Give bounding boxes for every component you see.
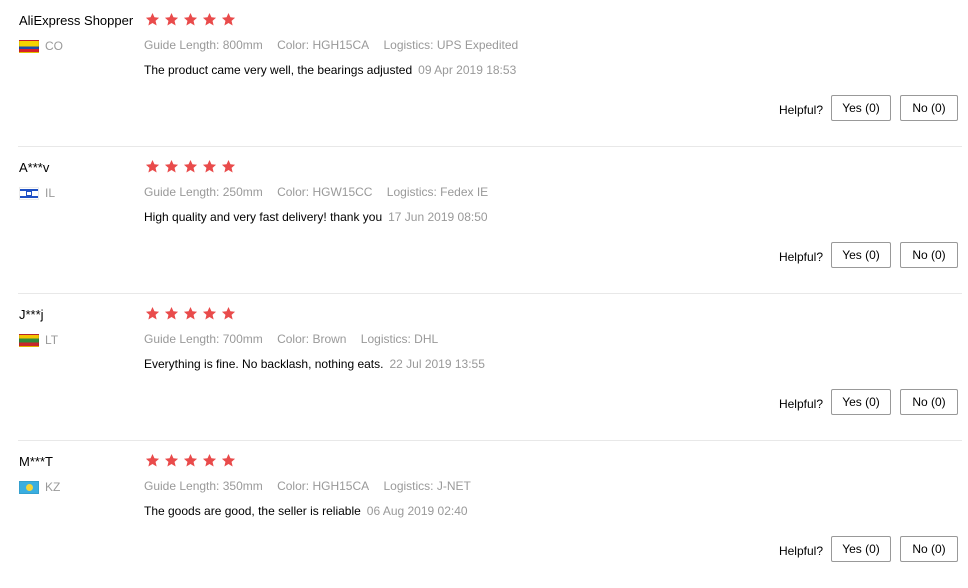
reviewer-country: CO <box>19 38 63 54</box>
helpful-label: Helpful? <box>778 249 823 264</box>
helpful-label: Helpful? <box>778 102 823 117</box>
helpful-no-button[interactable]: No (0) <box>900 389 958 415</box>
review-comment: The product came very well, the bearings… <box>144 63 516 77</box>
star-icon <box>145 306 160 321</box>
rating-stars <box>145 159 240 174</box>
color-spec: Color: HGH15CA <box>277 479 370 493</box>
purchase-specs: Guide Length: 350mm Color: HGH15CA Logis… <box>144 479 482 493</box>
rating-stars <box>145 453 240 468</box>
review-comment: High quality and very fast delivery! tha… <box>144 210 488 224</box>
star-icon <box>164 306 179 321</box>
review-date: 09 Apr 2019 18:53 <box>418 63 517 77</box>
review-date: 17 Jun 2019 08:50 <box>388 210 488 224</box>
review-comment: The goods are good, the seller is reliab… <box>144 504 468 518</box>
logistics-spec: Logistics: DHL <box>360 332 439 346</box>
star-icon <box>183 453 198 468</box>
colombia-flag-icon <box>19 39 39 53</box>
star-icon <box>221 12 236 27</box>
helpful-no-button[interactable]: No (0) <box>900 95 958 121</box>
kazakhstan-flag-icon <box>19 480 39 494</box>
guide-length: Guide Length: 350mm <box>144 479 263 493</box>
helpful-controls: Helpful? Yes (0) No (0) <box>779 95 958 121</box>
country-code: CO <box>45 39 63 53</box>
star-icon <box>145 12 160 27</box>
review-text: High quality and very fast delivery! tha… <box>144 210 383 224</box>
star-icon <box>202 12 217 27</box>
helpful-controls: Helpful? Yes (0) No (0) <box>779 536 958 562</box>
purchase-specs: Guide Length: 250mm Color: HGW15CC Logis… <box>144 185 499 199</box>
guide-length: Guide Length: 700mm <box>144 332 263 346</box>
reviewer-name: M***T <box>19 454 53 469</box>
star-icon <box>164 453 179 468</box>
reviewer-name: AliExpress Shopper <box>19 13 134 28</box>
helpful-yes-button[interactable]: Yes (0) <box>831 242 891 268</box>
helpful-no-button[interactable]: No (0) <box>900 536 958 562</box>
reviewer-country: KZ <box>19 479 60 495</box>
logistics-spec: Logistics: Fedex IE <box>386 185 489 199</box>
star-icon <box>202 453 217 468</box>
star-icon <box>221 159 236 174</box>
review-text: Everything is fine. No backlash, nothing… <box>144 357 384 371</box>
reviewer-name: J***j <box>19 307 44 322</box>
color-spec: Color: HGH15CA <box>277 38 370 52</box>
review-item: A***v IL Guide Length: 250mm Color: HGW1… <box>0 147 968 294</box>
purchase-specs: Guide Length: 700mm Color: Brown Logisti… <box>144 332 449 346</box>
star-icon <box>164 12 179 27</box>
color-spec: Color: HGW15CC <box>277 185 373 199</box>
star-icon <box>183 306 198 321</box>
helpful-label: Helpful? <box>778 543 823 558</box>
logistics-spec: Logistics: J-NET <box>383 479 471 493</box>
israel-flag-icon <box>19 186 39 200</box>
guide-length: Guide Length: 250mm <box>144 185 263 199</box>
review-date: 06 Aug 2019 02:40 <box>366 504 468 518</box>
logistics-spec: Logistics: UPS Expedited <box>383 38 519 52</box>
review-item: AliExpress Shopper CO Guide Length: 800m… <box>0 0 968 147</box>
star-icon <box>202 306 217 321</box>
review-item: J***j LT Guide Length: 700mm Color: Brow… <box>0 294 968 441</box>
star-icon <box>145 453 160 468</box>
star-icon <box>164 159 179 174</box>
country-code: IL <box>45 186 56 200</box>
star-icon <box>183 159 198 174</box>
review-text: The product came very well, the bearings… <box>144 63 413 77</box>
reviewer-country: IL <box>19 185 55 201</box>
helpful-yes-button[interactable]: Yes (0) <box>831 536 891 562</box>
color-spec: Color: Brown <box>277 332 347 346</box>
review-text: The goods are good, the seller is reliab… <box>144 504 361 518</box>
helpful-label: Helpful? <box>778 396 823 411</box>
star-icon <box>221 453 236 468</box>
helpful-yes-button[interactable]: Yes (0) <box>831 95 891 121</box>
helpful-controls: Helpful? Yes (0) No (0) <box>779 389 958 415</box>
reviewer-country: LT <box>19 332 58 348</box>
helpful-no-button[interactable]: No (0) <box>900 242 958 268</box>
guide-length: Guide Length: 800mm <box>144 38 263 52</box>
country-code: LT <box>45 333 59 347</box>
star-icon <box>145 159 160 174</box>
star-icon <box>221 306 236 321</box>
star-icon <box>183 12 198 27</box>
review-date: 22 Jul 2019 13:55 <box>389 357 485 371</box>
purchase-specs: Guide Length: 800mm Color: HGH15CA Logis… <box>144 38 529 52</box>
rating-stars <box>145 306 240 321</box>
country-code: KZ <box>45 480 61 494</box>
helpful-yes-button[interactable]: Yes (0) <box>831 389 891 415</box>
star-icon <box>202 159 217 174</box>
rating-stars <box>145 12 240 27</box>
review-comment: Everything is fine. No backlash, nothing… <box>144 357 485 371</box>
lithuania-flag-icon <box>19 333 39 347</box>
helpful-controls: Helpful? Yes (0) No (0) <box>779 242 958 268</box>
reviewer-name: A***v <box>19 160 50 175</box>
